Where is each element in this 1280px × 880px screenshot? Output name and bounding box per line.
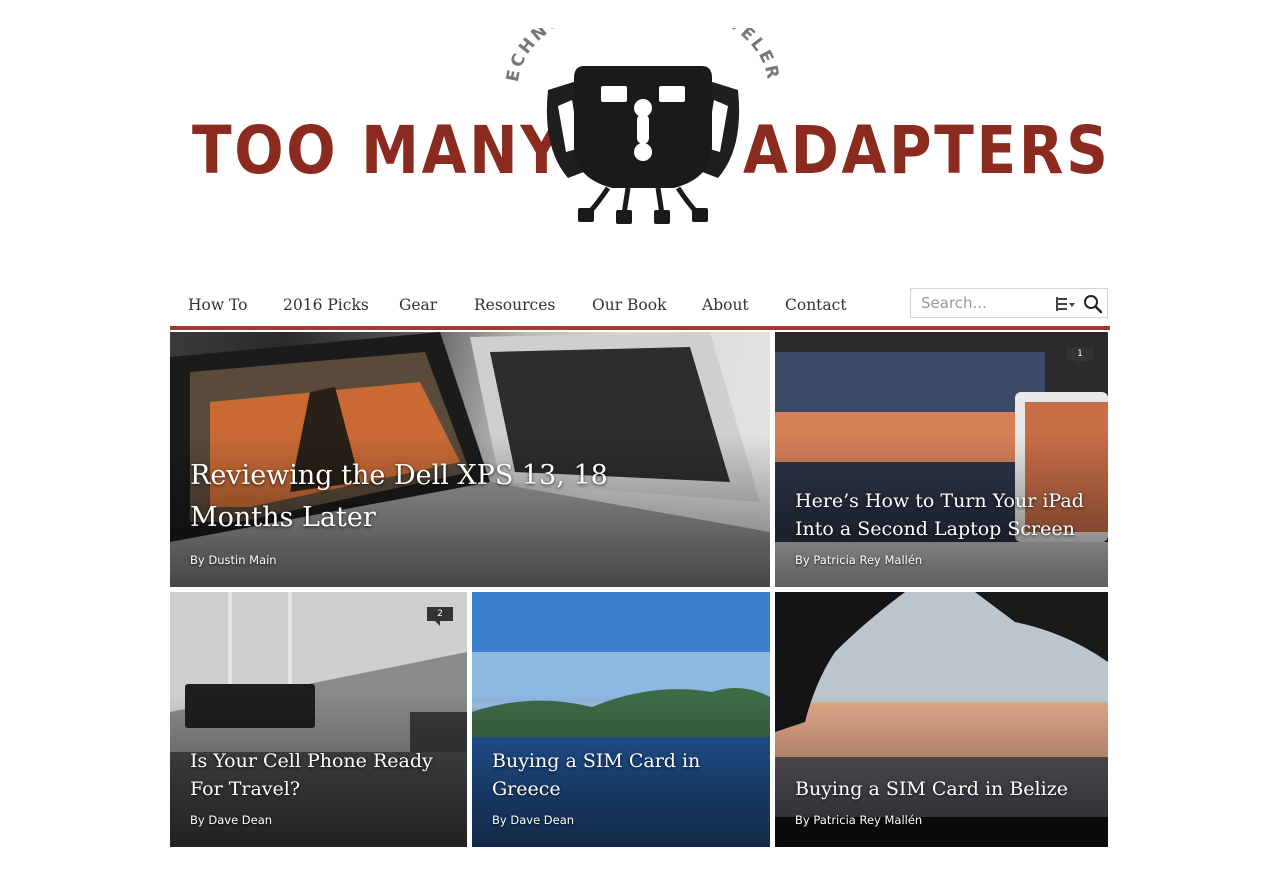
post-card-dell-xps[interactable]: Reviewing the Dell XPS 13, 18 Months Lat… [170, 332, 770, 587]
filter-list-icon[interactable] [1056, 295, 1076, 313]
post-author[interactable]: Patricia Rey Mallén [813, 553, 922, 567]
search-icon[interactable] [1083, 294, 1103, 314]
byline-prefix: By [190, 553, 205, 567]
search-box [910, 288, 1108, 318]
post-author[interactable]: Dave Dean [208, 813, 272, 827]
post-author[interactable]: Patricia Rey Mallén [813, 813, 922, 827]
logo-text-right: ADAPTERS [743, 112, 1111, 189]
nav-item-2016-picks[interactable]: 2016 Picks [283, 296, 369, 314]
post-title[interactable]: Here’s How to Turn Your iPad Into a Seco… [795, 487, 1092, 543]
post-byline: By Dave Dean [190, 813, 272, 827]
comment-count-badge[interactable]: 2 [427, 607, 453, 626]
post-title[interactable]: Buying a SIM Card in Belize [795, 775, 1092, 803]
main-navigation: How To 2016 Picks Gear Resources Our Boo… [170, 288, 1110, 330]
nav-item-contact[interactable]: Contact [785, 296, 847, 314]
post-byline: By Patricia Rey Mallén [795, 553, 922, 567]
search-input[interactable] [921, 293, 1046, 313]
post-author[interactable]: Dustin Main [208, 553, 276, 567]
post-title[interactable]: Buying a SIM Card in Greece [492, 747, 754, 803]
byline-prefix: By [795, 813, 810, 827]
byline-prefix: By [492, 813, 507, 827]
nav-item-our-book[interactable]: Our Book [592, 296, 666, 314]
nav-item-resources[interactable]: Resources [474, 296, 555, 314]
nav-item-about[interactable]: About [702, 296, 749, 314]
site-logo[interactable]: TOO MANY TECHNOLOGY FOR TRAVELERS ADAPTE… [190, 28, 1108, 228]
post-card-cell-phone[interactable]: 2 Is Your Cell Phone Ready For Travel? B… [170, 592, 467, 847]
nav-item-how-to[interactable]: How To [188, 296, 248, 314]
post-title[interactable]: Reviewing the Dell XPS 13, 18 Months Lat… [190, 455, 620, 539]
post-author[interactable]: Dave Dean [510, 813, 574, 827]
post-card-ipad-screen[interactable]: 1 Here’s How to Turn Your iPad Into a Se… [775, 332, 1108, 587]
post-card-greece-sim[interactable]: Buying a SIM Card in Greece By Dave Dean [472, 592, 770, 847]
post-title[interactable]: Is Your Cell Phone Ready For Travel? [190, 747, 451, 803]
post-byline: By Dustin Main [190, 553, 277, 567]
byline-prefix: By [795, 553, 810, 567]
byline-prefix: By [190, 813, 205, 827]
post-byline: By Dave Dean [492, 813, 574, 827]
nav-item-gear[interactable]: Gear [399, 296, 437, 314]
post-byline: By Patricia Rey Mallén [795, 813, 922, 827]
post-card-belize-sim[interactable]: Buying a SIM Card in Belize By Patricia … [775, 592, 1108, 847]
comment-count-badge[interactable]: 1 [1067, 347, 1093, 366]
